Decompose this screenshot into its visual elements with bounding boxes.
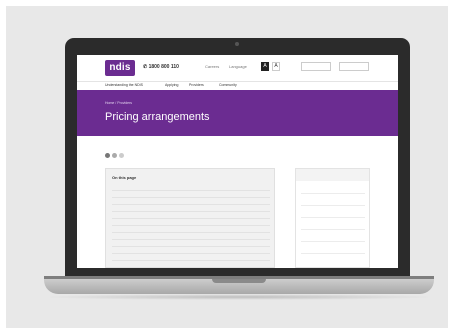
sidebar-divider [301,241,365,242]
toc-divider [112,211,270,212]
laptop-base [44,276,434,294]
on-this-page-box: On this page [105,168,275,268]
page-title: Pricing arrangements [105,111,210,123]
toc-divider [112,239,270,240]
nav-item-community[interactable]: Community [219,83,237,87]
search-input[interactable] [301,62,331,71]
sidebar-panel [295,168,370,268]
laptop-notch [212,279,266,283]
laptop-bezel: ndis ✆ 1800 800 110 Careers Language A A… [65,38,410,276]
site-header: ndis ✆ 1800 800 110 Careers Language A A [77,55,398,81]
toc-divider [112,253,270,254]
laptop-screen: ndis ✆ 1800 800 110 Careers Language A A… [77,55,398,268]
sidebar-divider [301,253,365,254]
sidebar-divider [301,217,365,218]
sidebar-divider [301,205,365,206]
toc-divider [112,232,270,233]
breadcrumb[interactable]: Home / Providers [105,101,132,105]
sidebar-divider [301,193,365,194]
toc-divider [112,225,270,226]
utility-link-language[interactable]: Language [229,64,247,69]
phone-icon: ✆ [143,64,148,70]
phone-text: 1800 800 110 [148,64,179,70]
share-icon[interactable] [105,153,110,158]
ndis-logo[interactable]: ndis [105,60,135,76]
toc-divider [112,218,270,219]
nav-item-applying[interactable]: Applying [165,83,178,87]
my-account-button[interactable] [339,62,369,71]
camera-icon [235,42,239,46]
email-icon[interactable] [119,153,124,158]
toc-divider [112,197,270,198]
print-icon[interactable] [112,153,117,158]
utility-link-careers[interactable]: Careers [205,64,219,69]
phone-number[interactable]: ✆ 1800 800 110 [143,64,179,70]
toc-divider [112,204,270,205]
toc-divider [112,260,270,261]
toc-heading: On this page [112,175,137,180]
text-size-button-alt[interactable]: A [272,62,280,71]
sidebar-divider [301,229,365,230]
laptop-shadow [40,294,438,300]
nav-item-understanding[interactable]: Understanding the NDIS [105,83,143,87]
nav-item-providers[interactable]: Providers [189,83,204,87]
text-size-button[interactable]: A [261,62,269,71]
sidebar-heading [296,169,369,181]
toc-divider [112,190,270,191]
page-hero: Home / Providers Pricing arrangements [77,90,398,136]
toc-divider [112,246,270,247]
